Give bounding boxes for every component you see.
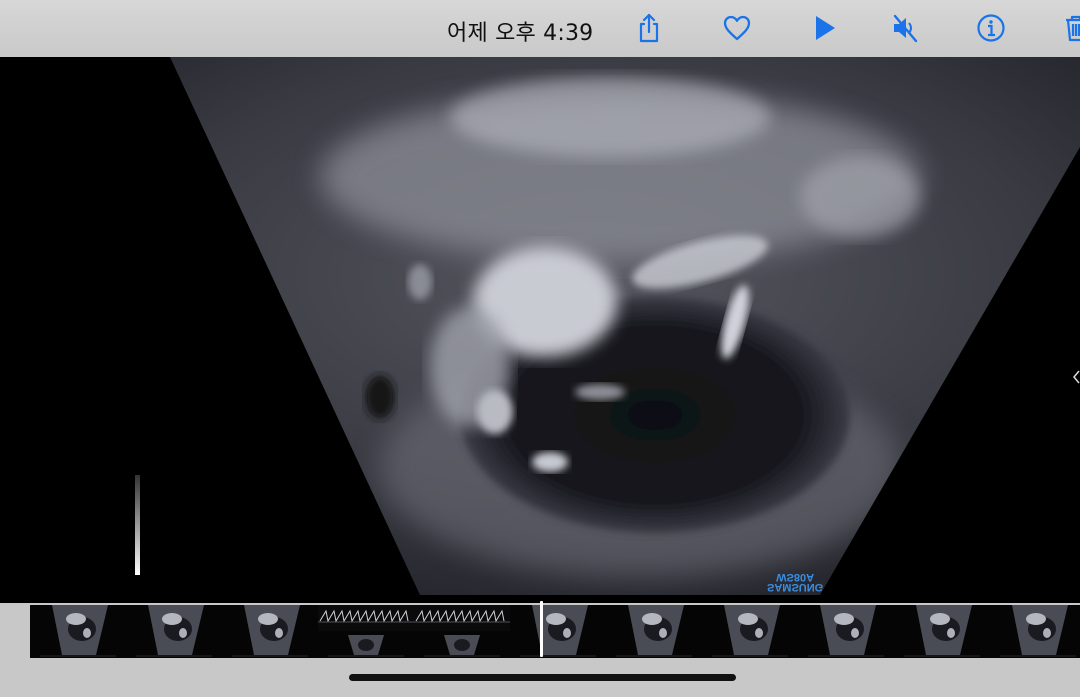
speaker-muted-icon[interactable] (887, 10, 923, 46)
info-icon[interactable] (973, 10, 1009, 46)
filmstrip-frame[interactable] (126, 605, 222, 658)
heart-icon[interactable] (719, 10, 755, 46)
media-viewer[interactable] (0, 57, 1080, 603)
device-watermark: SAMSUNG WS80A (767, 571, 824, 593)
trash-icon[interactable] (1058, 10, 1080, 46)
play-icon[interactable] (806, 10, 842, 46)
top-toolbar: 어제 오후 4:39 (0, 0, 1080, 57)
share-icon[interactable] (631, 10, 667, 46)
gray-scale-bar (135, 475, 140, 575)
filmstrip-frame[interactable] (414, 605, 510, 658)
filmstrip-frame[interactable] (318, 605, 414, 658)
filmstrip-frame[interactable] (702, 605, 798, 658)
ultrasound-image (170, 57, 1080, 595)
filmstrip-frame[interactable] (990, 605, 1080, 658)
filmstrip-frames (30, 605, 1080, 658)
watermark-brand: SAMSUNG (767, 581, 824, 593)
filmstrip-frame[interactable] (894, 605, 990, 658)
filmstrip-frame[interactable] (30, 605, 126, 658)
home-indicator[interactable] (349, 674, 736, 681)
filmstrip-frame[interactable] (606, 605, 702, 658)
filmstrip-frame[interactable] (510, 605, 606, 658)
filmstrip-frame[interactable] (222, 605, 318, 658)
chevron-left-icon (1071, 369, 1080, 385)
capture-date-title: 어제 오후 4:39 (447, 21, 594, 46)
filmstrip-frame[interactable] (798, 605, 894, 658)
playhead[interactable] (540, 601, 543, 657)
